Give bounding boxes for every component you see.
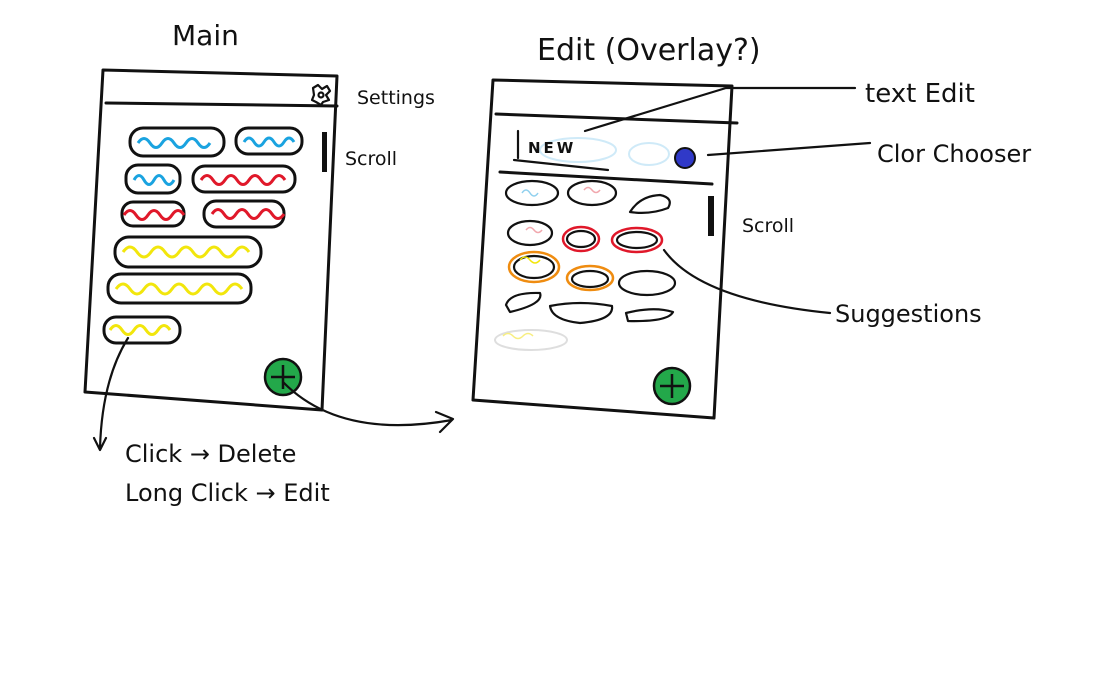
text-edit-label: text Edit [865, 79, 975, 109]
list-item[interactable] [234, 126, 304, 156]
wireframe-sketch: Main Edit (Overlay?) Settings Scroll Cli… [83, 19, 1031, 507]
main-entry-list [102, 126, 304, 345]
click-action-note: Click → Delete [125, 440, 296, 468]
main-header-divider [104, 101, 339, 108]
list-item[interactable] [548, 301, 614, 325]
transition-arrow [281, 380, 455, 434]
list-item[interactable] [624, 308, 675, 323]
settings-label: Settings [357, 87, 435, 109]
list-item[interactable] [628, 193, 671, 214]
color-dot-icon [674, 147, 696, 169]
text-edit-value: NEW [528, 139, 576, 157]
edit-screen: NEW [471, 78, 739, 420]
text-edit-field[interactable]: NEW [512, 129, 617, 172]
scroll-label-edit: Scroll [742, 215, 794, 237]
main-screen [83, 68, 339, 412]
suggestion-list [494, 179, 677, 351]
list-item[interactable] [561, 225, 601, 253]
color-chooser-pointer [706, 141, 872, 157]
list-item[interactable] [202, 199, 286, 229]
list-item[interactable] [610, 226, 664, 254]
color-chooser-label: Clor Chooser [877, 140, 1031, 168]
text-edit-pointer [583, 86, 857, 133]
scroll-label-main: Scroll [345, 148, 397, 170]
list-item[interactable] [565, 264, 615, 292]
main-title: Main [172, 19, 239, 52]
add-button[interactable] [652, 366, 692, 406]
list-item[interactable] [504, 179, 560, 207]
long-click-action-note: Long Click → Edit [125, 479, 330, 507]
list-item[interactable] [128, 126, 226, 158]
color-chooser[interactable] [628, 142, 696, 169]
gear-icon[interactable] [310, 83, 332, 107]
list-item[interactable] [506, 219, 554, 247]
list-item[interactable] [106, 272, 253, 305]
edit-scrollbar[interactable] [708, 196, 714, 236]
list-item[interactable] [494, 329, 568, 351]
list-item[interactable] [113, 235, 263, 269]
edit-phone-frame [471, 78, 734, 420]
suggestions-pointer [662, 248, 832, 315]
main-scrollbar[interactable] [322, 132, 327, 172]
list-item[interactable] [102, 315, 182, 345]
list-item[interactable] [124, 163, 182, 195]
list-item[interactable] [507, 250, 561, 284]
edit-title: Edit (Overlay?) [537, 33, 761, 68]
suggestions-label: Suggestions [835, 300, 982, 328]
list-item[interactable] [120, 200, 186, 228]
add-button[interactable] [263, 357, 303, 397]
list-item[interactable] [191, 164, 297, 194]
list-item[interactable] [566, 179, 618, 207]
list-item[interactable] [617, 269, 677, 297]
list-item[interactable] [504, 291, 542, 314]
